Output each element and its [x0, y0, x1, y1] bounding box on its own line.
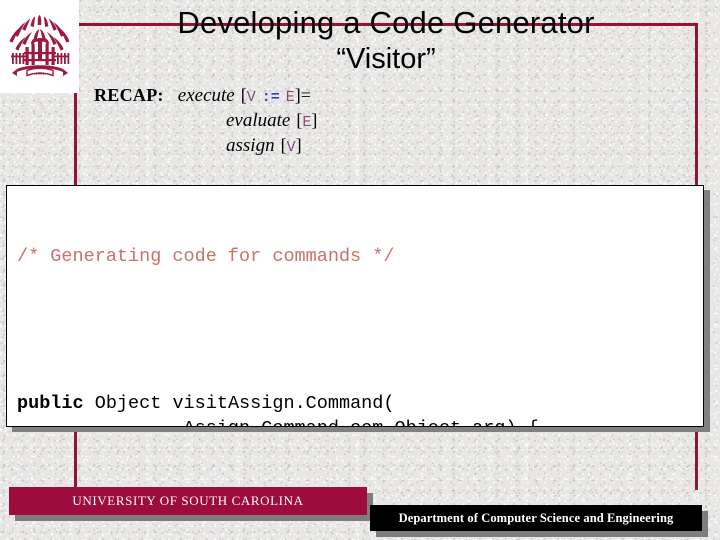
department-footer-text: Department of Computer Science and Engin… — [398, 510, 674, 525]
recap-equals-sign: = — [300, 85, 311, 105]
slide-title: Developing a Code Generator “Visitor” — [86, 4, 686, 76]
university-seal-logo: 1801 — [0, 0, 79, 93]
top-horizontal-rule — [78, 23, 698, 26]
code-body-lines: public Object visitAssign.Command( Assig… — [17, 391, 703, 426]
title-line-2: “Visitor” — [336, 43, 436, 75]
code-content: /* Generating code for commands */ publi… — [7, 186, 703, 426]
recap-var-e-2: E — [302, 114, 312, 131]
palmetto-tree-icon: 1801 — [9, 14, 69, 77]
university-footer-bar: University of South Carolina — [9, 487, 367, 515]
recap-var-e-1: E — [285, 89, 295, 106]
recap-line-3: assign [ V ] — [86, 134, 506, 159]
recap-var-v-1: V — [246, 89, 256, 106]
code-comment-line: /* Generating code for commands */ — [17, 246, 395, 267]
recap-keyword-execute: execute — [177, 85, 235, 106]
code-block: /* Generating code for commands */ publi… — [6, 185, 704, 427]
recap-line-2: evaluate [ E ] — [86, 109, 506, 134]
recap-label: RECAP: — [94, 85, 164, 105]
recap-close-bracket-2: ] — [311, 110, 318, 130]
code-segment: public — [17, 393, 84, 414]
recap-operator-assign: := — [261, 89, 280, 106]
university-footer-text: University of South Carolina — [72, 493, 304, 508]
recap-keyword-assign: assign — [226, 135, 275, 156]
code-segment: Assign.Command( — [227, 393, 395, 414]
code-line: Assign.Command com,Object arg) { — [17, 416, 703, 426]
department-footer-bar: Department of Computer Science and Engin… — [370, 505, 702, 531]
recap-line-1: RECAP: execute [ V := E ] = — [86, 84, 506, 109]
code-segment: Assign.Command com,Object arg) { — [17, 418, 539, 426]
recap-var-v-2: V — [286, 139, 296, 156]
code-segment: Object visit — [83, 393, 228, 414]
svg-text:1801: 1801 — [35, 71, 44, 76]
code-line: public Object visitAssign.Command( — [17, 391, 703, 416]
slide-canvas: 1801 Developing a Code Generator “Visito… — [0, 0, 720, 540]
recap-close-bracket-3: ] — [295, 135, 302, 155]
recap-keyword-evaluate: evaluate — [226, 110, 291, 131]
recap-block: RECAP: execute [ V := E ] = evaluate [ E… — [86, 84, 506, 159]
